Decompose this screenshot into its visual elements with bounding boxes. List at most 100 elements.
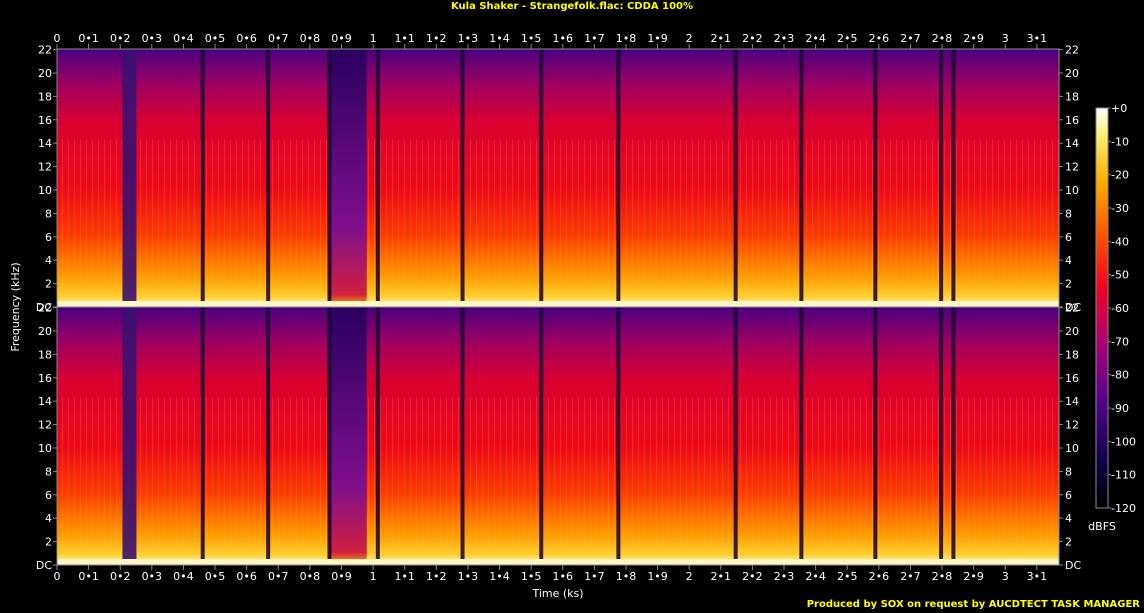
y-tick-label-right: 22 (1065, 302, 1079, 315)
x-tick-label-top: 2•2 (742, 32, 763, 45)
credit-line: Produced by SOX on request by AUCDTECT T… (806, 599, 1140, 610)
quiet-segment (328, 49, 367, 307)
x-tick-label-bottom: 1•3 (458, 570, 479, 583)
track-gap (799, 49, 804, 303)
y-tick-label-right: 18 (1065, 90, 1079, 103)
x-tick-label-top: 0•7 (268, 32, 289, 45)
x-tick-label-top: 2•3 (774, 32, 795, 45)
x-tick-label-top: 1•5 (521, 32, 542, 45)
x-tick-label-top: 2 (686, 32, 693, 45)
x-tick-label-top: 1 (370, 32, 377, 45)
colorbar-tick-label: -50 (1111, 269, 1129, 282)
colorbar: +0 -10 -20 -30 -40 -50 -60 -70 -80 -90 -100 -110 -12… (1088, 102, 1136, 533)
low-frequency-band (57, 559, 1059, 565)
colorbar-label: dBFS (1088, 520, 1116, 533)
y-tick-label-right: 18 (1065, 348, 1079, 361)
x-tick-label-bottom: 2•2 (742, 570, 763, 583)
colorbar-tick-label: +0 (1111, 102, 1127, 115)
y-tick-label-right: 16 (1065, 372, 1079, 385)
x-tick-label-bottom: 2•5 (837, 570, 858, 583)
colorbar-tick-label: -30 (1111, 202, 1129, 215)
spectrogram-texture (57, 397, 1059, 565)
colorbar-gradient (1096, 108, 1108, 508)
track-gap (266, 49, 271, 303)
x-tick-label-top: 1•6 (552, 32, 573, 45)
low-frequency-band (57, 301, 1059, 307)
colorbar-tick-label: -100 (1111, 435, 1136, 448)
track-gap (939, 307, 944, 561)
track-gap (951, 49, 956, 303)
y-tick-label-right: 8 (1065, 207, 1072, 220)
x-tick-label-bottom: 0•6 (236, 570, 257, 583)
track-gap (266, 307, 271, 561)
track-gap (460, 307, 465, 561)
track-gap (375, 307, 380, 561)
x-tick-label-top: 0•2 (110, 32, 131, 45)
y-axis-label: Frequency (kHz) (9, 262, 22, 351)
colorbar-tick-label: -110 (1111, 469, 1136, 482)
colorbar-tick-label: -10 (1111, 135, 1129, 148)
spectrogram-texture (57, 139, 1059, 307)
x-tick-label-bottom: 2•4 (805, 570, 826, 583)
x-tick-label-top: 2•9 (963, 32, 984, 45)
x-tick-label-top: 1•4 (489, 32, 510, 45)
x-tick-label-bottom: 1•9 (647, 570, 668, 583)
x-tick-label-bottom: 1 (370, 570, 377, 583)
x-tick-label-bottom: 1•2 (426, 570, 447, 583)
y-tick-label-left: DC (36, 559, 52, 572)
y-tick-label-right: 2 (1065, 536, 1072, 549)
track-gap (616, 49, 621, 303)
track-gap (951, 307, 956, 561)
y-tick-label-left: 4 (45, 254, 52, 267)
colorbar-tick-label: -120 (1111, 502, 1136, 515)
x-tick-label-bottom: 2•6 (869, 570, 890, 583)
x-tick-label-bottom: 0•7 (268, 570, 289, 583)
y-tick-label-right: 8 (1065, 465, 1072, 478)
x-tick-label-top: 1•3 (458, 32, 479, 45)
track-gap (939, 49, 944, 303)
track-gap (733, 49, 738, 303)
y-tick-label-right: 20 (1065, 325, 1079, 338)
spectrogram-chart: 0 0 0•1 0•1 0•2 0•2 0•3 0•3 0•4 0•4 0•5 0•5 0•6 0•6 0•… (9, 32, 1136, 600)
x-tick-label-bottom: 3•1 (1027, 570, 1048, 583)
track-gap (539, 49, 544, 303)
x-tick-label-top: 1•9 (647, 32, 668, 45)
x-tick-label-top: 3 (1002, 32, 1009, 45)
y-tick-label-left: 20 (38, 67, 52, 80)
x-tick-label-bottom: 2•3 (774, 570, 795, 583)
y-tick-label-left: 18 (38, 90, 52, 103)
y-tick-label-right: 20 (1065, 67, 1079, 80)
channel-panel-left (56, 48, 1060, 308)
y-tick-label-left: 16 (38, 114, 52, 127)
x-tick-label-top: 0•6 (236, 32, 257, 45)
x-tick-label-bottom: 0•9 (331, 570, 352, 583)
track-gap (375, 49, 380, 303)
y-tick-label-left: 20 (38, 325, 52, 338)
x-tick-label-bottom: 2•9 (963, 570, 984, 583)
y-tick-label-right: 2 (1065, 278, 1072, 291)
x-tick-label-bottom: 0 (54, 570, 61, 583)
track-gap (122, 49, 137, 303)
x-axis-label: Time (ks) (531, 587, 583, 600)
x-tick-label-bottom: 2•7 (900, 570, 921, 583)
y-tick-label-right: 16 (1065, 114, 1079, 127)
y-tick-label-left: 8 (45, 207, 52, 220)
x-tick-label-top: 0•9 (331, 32, 352, 45)
y-tick-label-left: 12 (38, 161, 52, 174)
y-tick-label-left: 6 (45, 489, 52, 502)
y-tick-label-left: 22 (38, 44, 52, 57)
x-tick-label-bottom: 1•8 (616, 570, 637, 583)
x-tick-label-top: 0 (54, 32, 61, 45)
y-tick-label-right: DC (1065, 559, 1081, 572)
y-tick-label-right: 6 (1065, 489, 1072, 502)
y-tick-label-right: 14 (1065, 137, 1079, 150)
x-tick-label-bottom: 1•4 (489, 570, 510, 583)
track-gap (873, 49, 878, 303)
channel-panel-right (56, 306, 1060, 566)
colorbar-tick-label: -70 (1111, 335, 1129, 348)
y-tick-label-right: 14 (1065, 395, 1079, 408)
track-gap (327, 49, 332, 303)
x-tick-label-bottom: 3 (1002, 570, 1009, 583)
x-tick-label-top: 0•8 (300, 32, 321, 45)
x-tick-label-top: 0•5 (205, 32, 226, 45)
